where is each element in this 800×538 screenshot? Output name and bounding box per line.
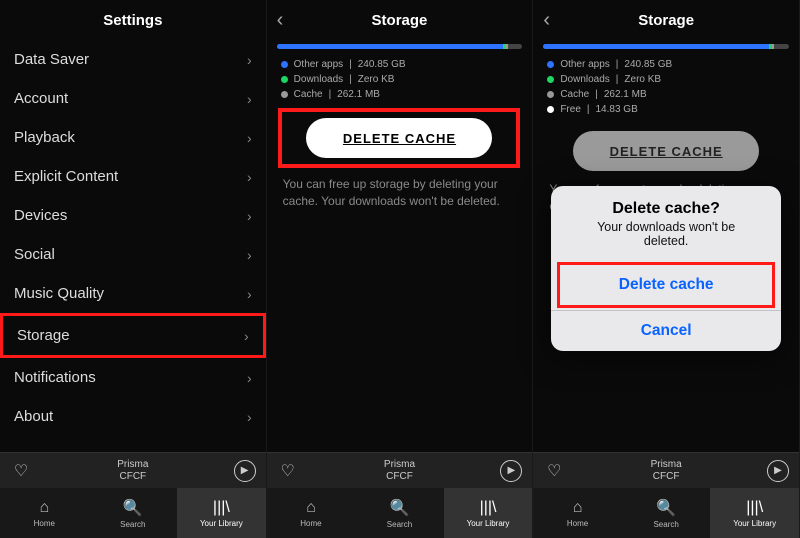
legend-downloads: Downloads | Zero KB bbox=[533, 72, 799, 87]
dot-icon bbox=[547, 61, 554, 68]
row-storage[interactable]: Storage› bbox=[0, 313, 266, 358]
now-playing-bar[interactable]: ♡ PrismaCFCF ▶ bbox=[267, 452, 533, 488]
dot-icon bbox=[281, 61, 288, 68]
search-icon: 🔍 bbox=[123, 498, 143, 518]
play-icon[interactable]: ▶ bbox=[234, 460, 256, 482]
home-icon: ⌂ bbox=[306, 499, 316, 517]
chevron-right-icon: › bbox=[247, 370, 252, 386]
settings-list: Data Saver› Account› Playback› Explicit … bbox=[0, 40, 266, 452]
legend-downloads: Downloads | Zero KB bbox=[267, 72, 533, 87]
caption-text: You can free up storage by deleting your… bbox=[267, 174, 533, 211]
header: Settings bbox=[0, 0, 266, 40]
play-icon[interactable]: ▶ bbox=[500, 460, 522, 482]
home-icon: ⌂ bbox=[573, 499, 583, 517]
dialog-title: Delete cache? bbox=[551, 186, 781, 220]
now-playing-bar[interactable]: ♡ PrismaCFCF ▶ bbox=[533, 452, 799, 488]
tab-library[interactable]: |||\Your Library bbox=[177, 488, 266, 538]
chevron-right-icon: › bbox=[247, 286, 252, 302]
chevron-right-icon: › bbox=[247, 169, 252, 185]
highlight-box: DELETE CACHE bbox=[278, 108, 520, 168]
row-data-saver[interactable]: Data Saver› bbox=[0, 40, 266, 79]
legend-cache: Cache | 262.1 MB bbox=[267, 87, 533, 102]
heart-icon[interactable]: ♡ bbox=[543, 460, 565, 482]
page-title: Storage bbox=[638, 12, 694, 29]
tab-library[interactable]: |||\Your Library bbox=[710, 488, 799, 538]
row-playback[interactable]: Playback› bbox=[0, 118, 266, 157]
delete-cache-button[interactable]: DELETE CACHE bbox=[573, 131, 759, 171]
legend-other-apps: Other apps | 240.85 GB bbox=[267, 57, 533, 72]
row-notifications[interactable]: Notifications› bbox=[0, 358, 266, 397]
heart-icon[interactable]: ♡ bbox=[10, 460, 32, 482]
play-icon[interactable]: ▶ bbox=[767, 460, 789, 482]
row-explicit[interactable]: Explicit Content› bbox=[0, 157, 266, 196]
tab-bar: ⌂Home 🔍Search |||\Your Library bbox=[267, 488, 533, 538]
dot-icon bbox=[281, 76, 288, 83]
dialog-confirm-button[interactable]: Delete cache bbox=[557, 262, 775, 308]
chevron-right-icon: › bbox=[244, 328, 249, 344]
now-playing-text: PrismaCFCF bbox=[565, 459, 767, 482]
header: ‹ Storage bbox=[267, 0, 533, 40]
now-playing-bar[interactable]: ♡ PrismaCFCF ▶ bbox=[0, 452, 266, 488]
dot-icon bbox=[547, 76, 554, 83]
library-icon: |||\ bbox=[746, 499, 763, 517]
tab-library[interactable]: |||\Your Library bbox=[444, 488, 533, 538]
dialog-message: Your downloads won't be deleted. bbox=[551, 220, 781, 260]
confirm-dialog: Delete cache? Your downloads won't be de… bbox=[551, 186, 781, 351]
chevron-right-icon: › bbox=[247, 247, 252, 263]
tab-search[interactable]: 🔍Search bbox=[622, 488, 711, 538]
dot-icon bbox=[547, 106, 554, 113]
panel-storage-dialog: ‹ Storage Other apps | 240.85 GB Downloa… bbox=[533, 0, 800, 538]
home-icon: ⌂ bbox=[39, 499, 49, 517]
chevron-right-icon: › bbox=[247, 409, 252, 425]
header: ‹ Storage bbox=[533, 0, 799, 40]
row-music-quality[interactable]: Music Quality› bbox=[0, 274, 266, 313]
page-title: Storage bbox=[372, 12, 428, 29]
now-playing-text: PrismaCFCF bbox=[299, 459, 501, 482]
back-icon[interactable]: ‹ bbox=[277, 9, 284, 32]
panel-settings: Settings Data Saver› Account› Playback› … bbox=[0, 0, 267, 538]
storage-bar bbox=[277, 44, 523, 49]
search-icon: 🔍 bbox=[390, 498, 410, 518]
tab-home[interactable]: ⌂Home bbox=[533, 488, 622, 538]
delete-cache-button[interactable]: DELETE CACHE bbox=[306, 118, 492, 158]
row-account[interactable]: Account› bbox=[0, 79, 266, 118]
chevron-right-icon: › bbox=[247, 208, 252, 224]
search-icon: 🔍 bbox=[656, 498, 676, 518]
library-icon: |||\ bbox=[213, 499, 230, 517]
tab-bar: ⌂Home 🔍Search |||\Your Library bbox=[533, 488, 799, 538]
tab-home[interactable]: ⌂Home bbox=[267, 488, 356, 538]
tab-search[interactable]: 🔍Search bbox=[89, 488, 178, 538]
dot-icon bbox=[547, 91, 554, 98]
legend-cache: Cache | 262.1 MB bbox=[533, 87, 799, 102]
heart-icon[interactable]: ♡ bbox=[277, 460, 299, 482]
chevron-right-icon: › bbox=[247, 52, 252, 68]
row-social[interactable]: Social› bbox=[0, 235, 266, 274]
dot-icon bbox=[281, 91, 288, 98]
chevron-right-icon: › bbox=[247, 130, 252, 146]
chevron-right-icon: › bbox=[247, 91, 252, 107]
back-icon[interactable]: ‹ bbox=[543, 9, 550, 32]
tab-bar: ⌂Home 🔍Search |||\Your Library bbox=[0, 488, 266, 538]
panel-storage: ‹ Storage Other apps | 240.85 GB Downloa… bbox=[267, 0, 534, 538]
dialog-cancel-button[interactable]: Cancel bbox=[551, 310, 781, 351]
row-devices[interactable]: Devices› bbox=[0, 196, 266, 235]
tab-home[interactable]: ⌂Home bbox=[0, 488, 89, 538]
row-about[interactable]: About› bbox=[0, 397, 266, 436]
tab-search[interactable]: 🔍Search bbox=[355, 488, 444, 538]
legend-other-apps: Other apps | 240.85 GB bbox=[533, 57, 799, 72]
library-icon: |||\ bbox=[480, 499, 497, 517]
page-title: Settings bbox=[103, 12, 162, 29]
now-playing-text: PrismaCFCF bbox=[32, 459, 234, 482]
legend-free: Free | 14.83 GB bbox=[533, 102, 799, 117]
storage-bar bbox=[543, 44, 789, 49]
